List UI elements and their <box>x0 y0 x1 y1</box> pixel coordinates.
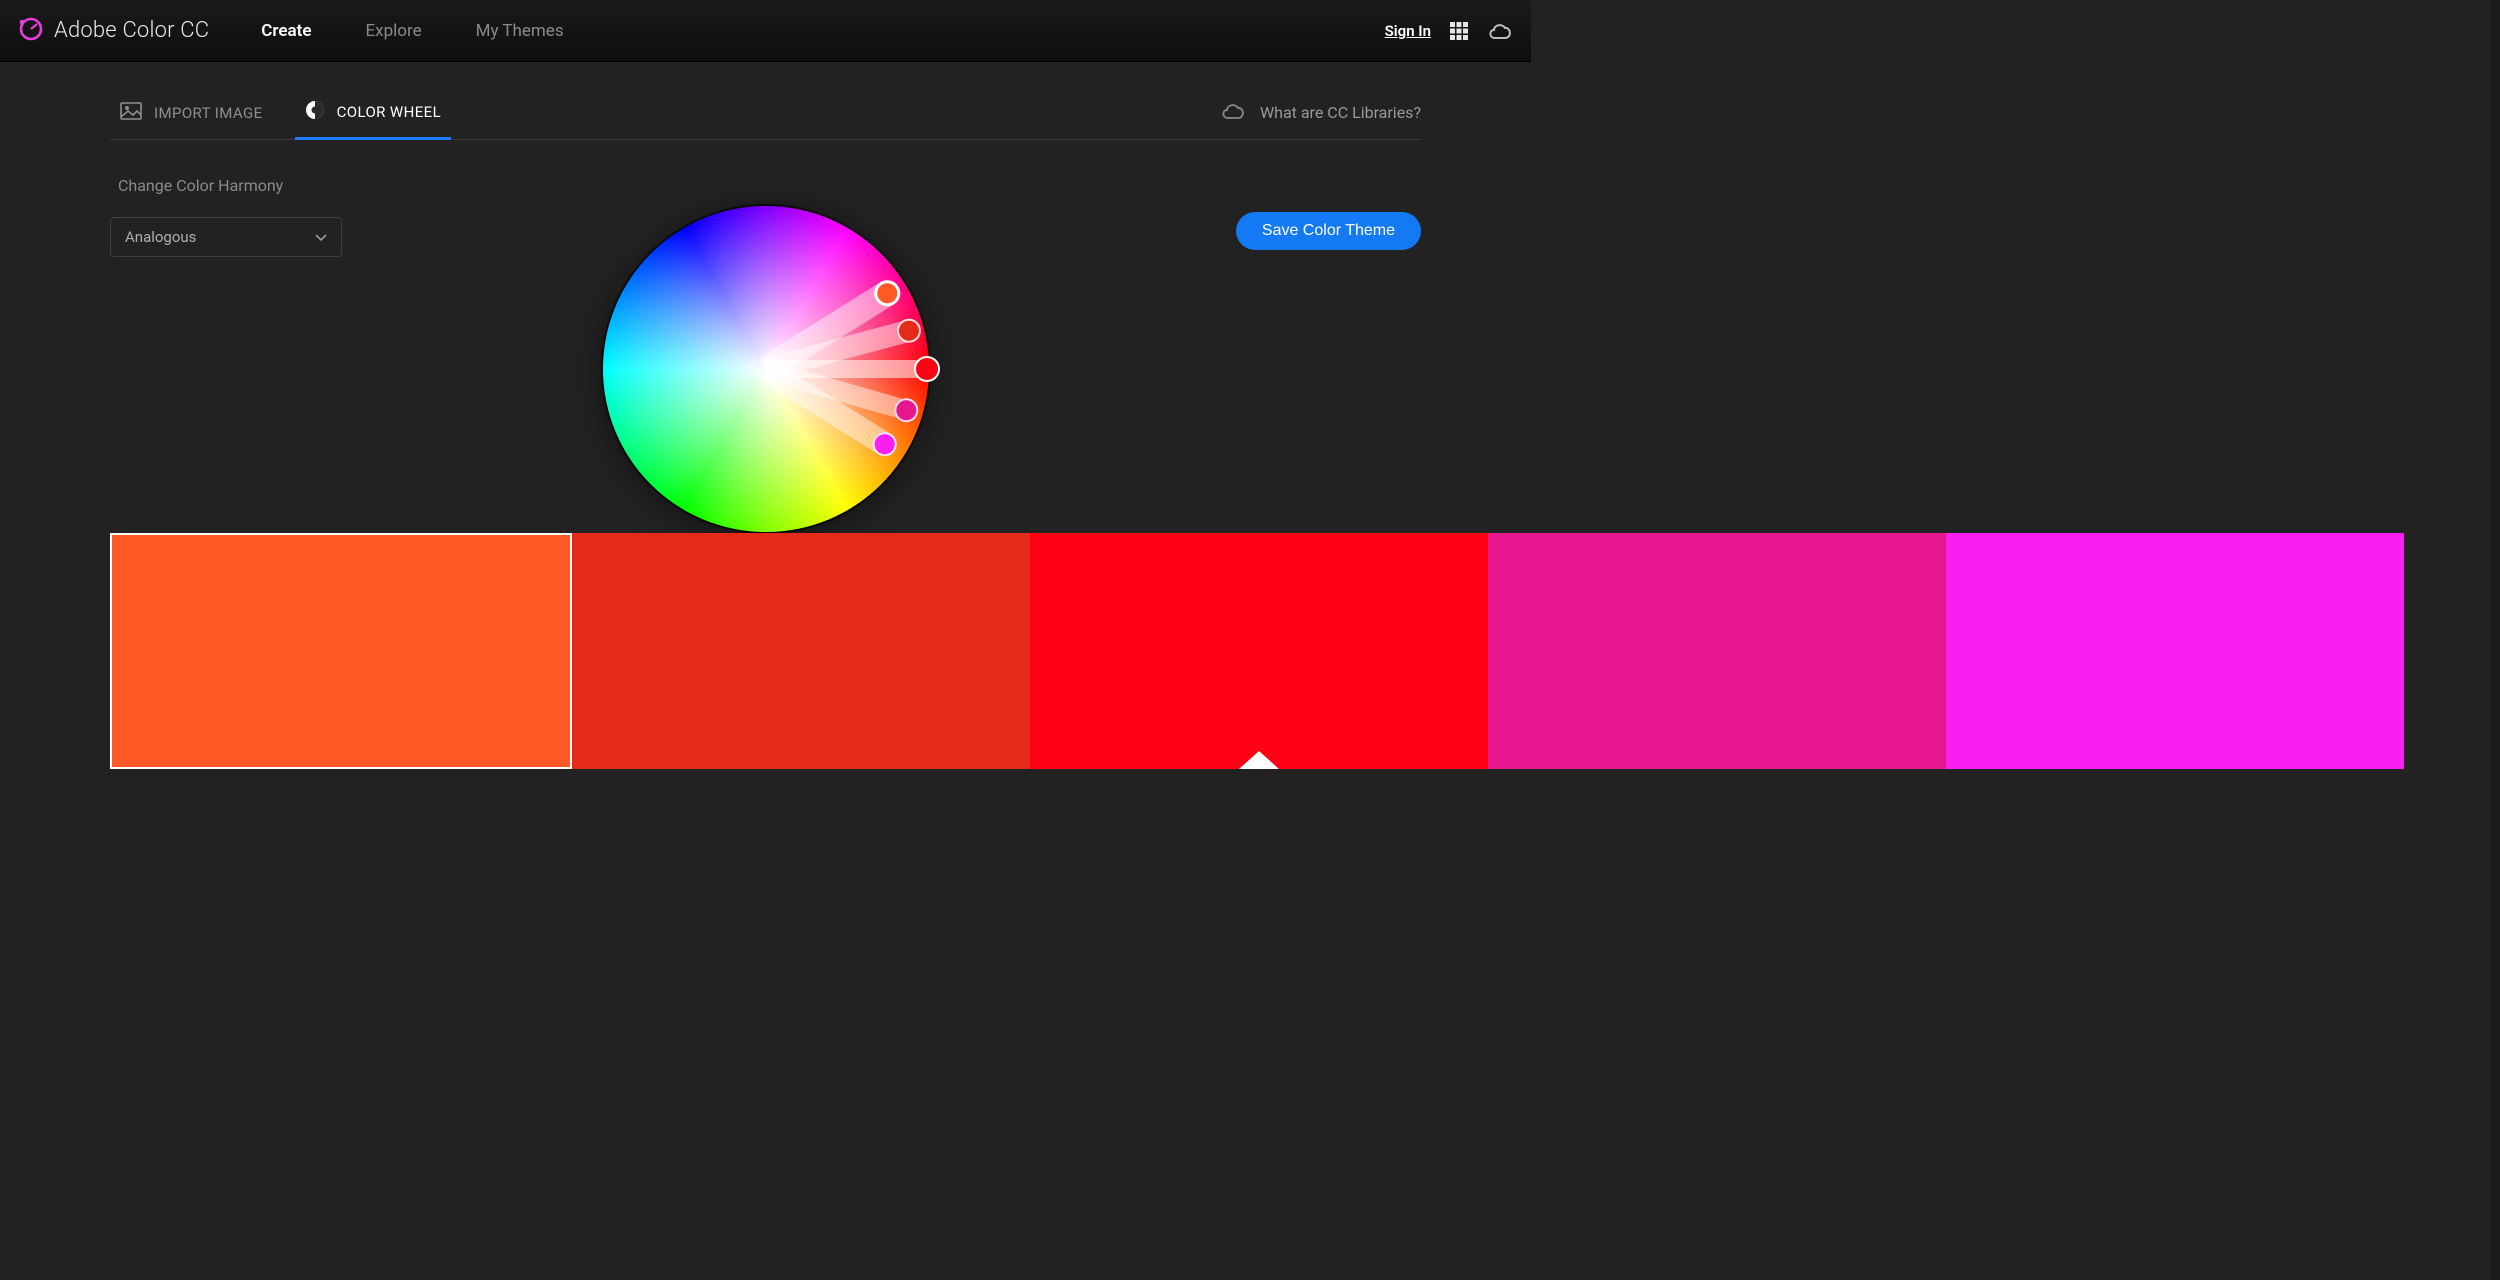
scrollbar-track[interactable] <box>2490 0 2500 1280</box>
app-switcher-icon[interactable] <box>1449 21 1469 41</box>
color-wheel-container <box>603 206 929 532</box>
nav-explore[interactable]: Explore <box>366 21 422 41</box>
tab-color-wheel[interactable]: COLOR WHEEL <box>295 86 452 140</box>
harmony-rule-value: Analogous <box>125 228 196 246</box>
harmony-rule-select[interactable]: Analogous <box>110 217 342 257</box>
chevron-down-icon <box>315 228 327 246</box>
signin-link[interactable]: Sign In <box>1385 22 1431 40</box>
brand-logo-icon <box>18 16 44 46</box>
base-color-indicator-icon <box>1239 751 1279 769</box>
cc-libraries-help-link[interactable]: What are CC Libraries? <box>1220 102 1421 124</box>
swatch-2[interactable] <box>572 533 1030 769</box>
swatch-5[interactable] <box>1946 533 2404 769</box>
cc-libraries-help-label: What are CC Libraries? <box>1260 103 1421 122</box>
swatch-row <box>110 533 2404 769</box>
main-nav: Create Explore My Themes <box>261 21 563 41</box>
creative-cloud-icon[interactable] <box>1487 21 1513 41</box>
swatch-3[interactable] <box>1030 533 1488 769</box>
app-header: Adobe Color CC Create Explore My Themes … <box>0 0 1531 62</box>
mode-tabbar: IMPORT IMAGE COLOR WHEEL What are CC Lib… <box>110 86 1421 140</box>
nav-my-themes[interactable]: My Themes <box>476 21 564 41</box>
swatch-1[interactable] <box>110 533 572 769</box>
creative-cloud-outline-icon <box>1220 102 1246 124</box>
brand-block: Adobe Color CC <box>18 16 209 46</box>
brand-title: Adobe Color CC <box>54 18 209 43</box>
tab-import-image[interactable]: IMPORT IMAGE <box>110 86 273 140</box>
swatch-4[interactable] <box>1488 533 1946 769</box>
color-wheel-icon <box>305 100 325 124</box>
nav-create[interactable]: Create <box>261 21 311 41</box>
color-wheel[interactable] <box>603 206 929 532</box>
image-icon <box>120 102 142 124</box>
main-panel: Change Color Harmony Analogous Save Colo… <box>110 176 1421 257</box>
save-theme-button[interactable]: Save Color Theme <box>1236 212 1421 250</box>
tab-wheel-label: COLOR WHEEL <box>337 103 442 121</box>
tab-import-label: IMPORT IMAGE <box>154 104 263 122</box>
harmony-label: Change Color Harmony <box>118 176 1421 195</box>
header-right: Sign In <box>1385 21 1513 41</box>
